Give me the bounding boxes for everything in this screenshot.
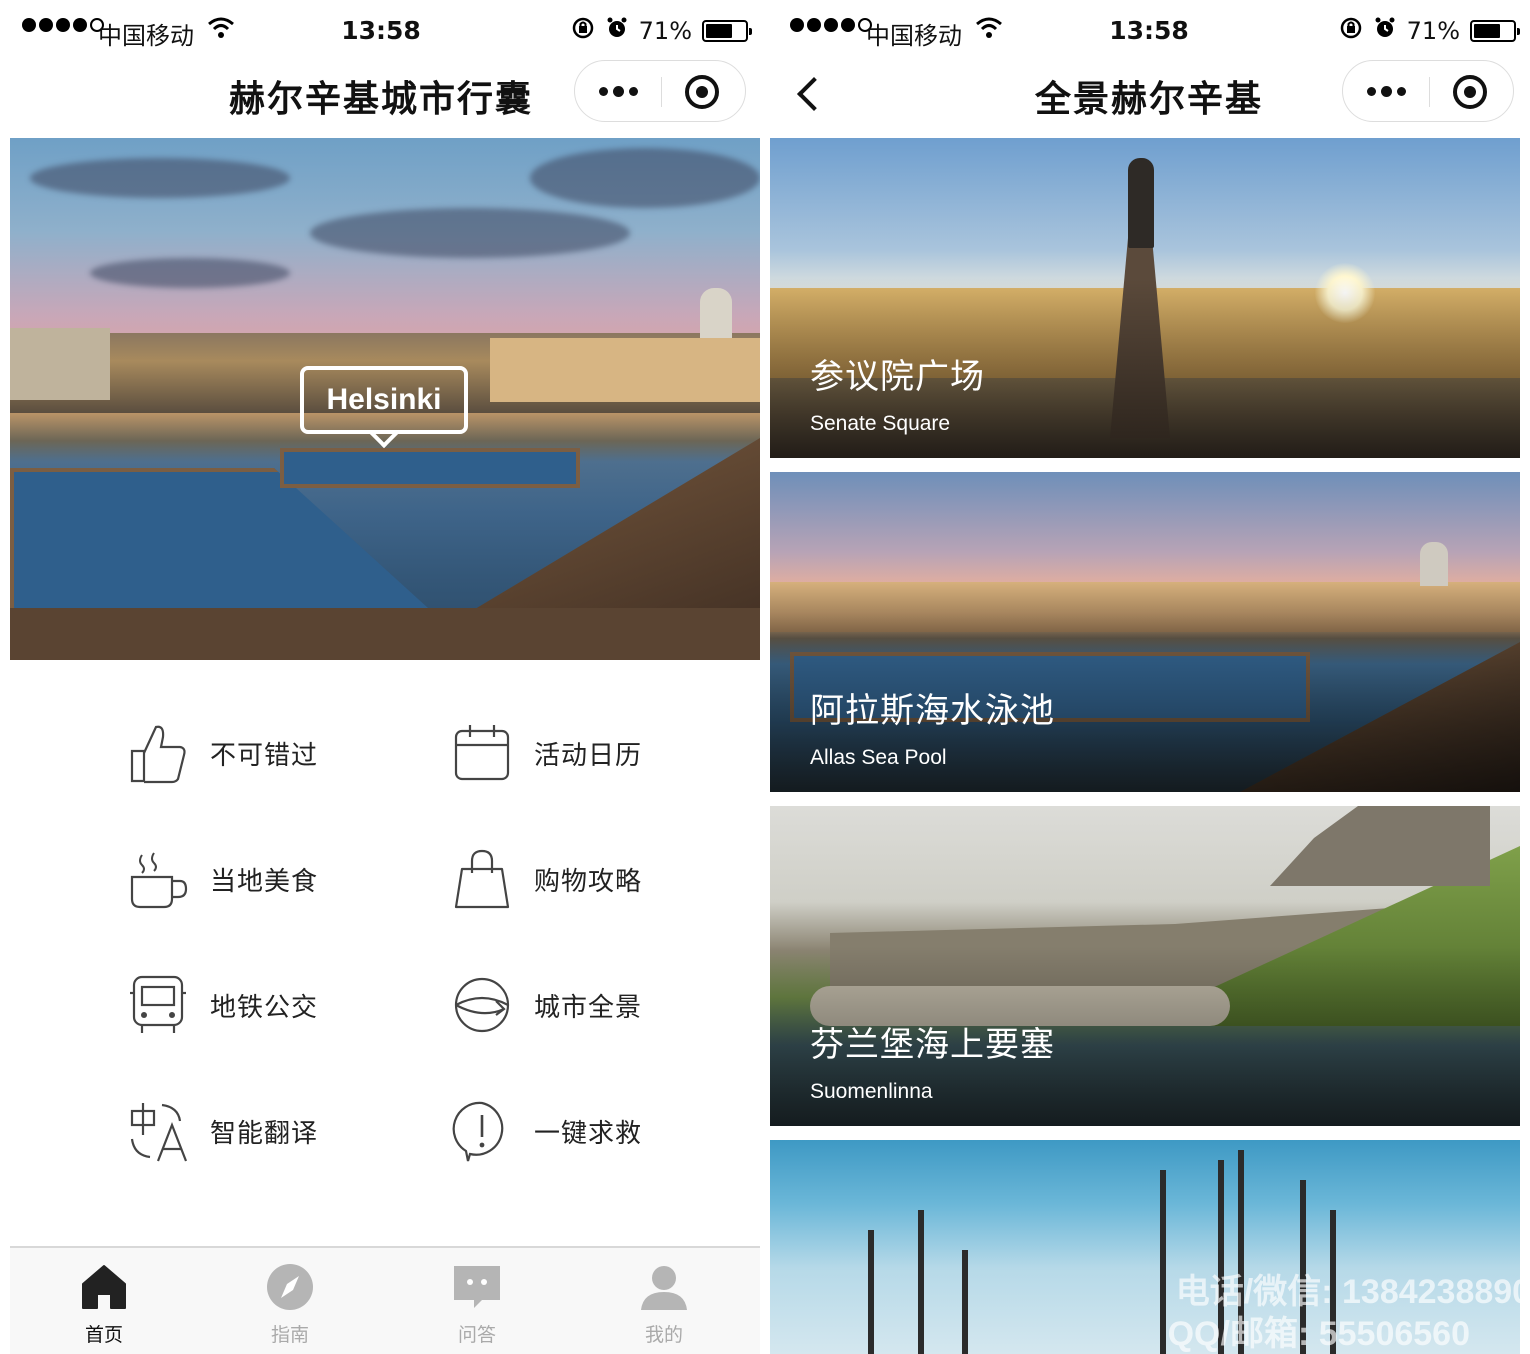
- translate-icon: [128, 1099, 188, 1163]
- mini-program-capsule: [574, 60, 746, 122]
- battery-percent: 71%: [638, 17, 692, 45]
- menu-label: 智能翻译: [210, 1118, 319, 1149]
- panorama-screen: 中国移动 13:58 71% 全景赫尔辛基 参议院广场 Senate Squar…: [768, 0, 1530, 1354]
- thumbs-up-icon: [128, 721, 188, 785]
- menu-label: 一键求救: [534, 1118, 643, 1149]
- card-subtitle: Senate Square: [810, 412, 951, 435]
- navigation-bar: 赫尔辛基城市行囊: [0, 60, 762, 130]
- bottom-tab-bar: 首页 指南 问答 我的: [10, 1246, 760, 1354]
- menu-item-shopping-guide[interactable]: 购物攻略: [452, 834, 752, 924]
- battery-fill: [1474, 24, 1500, 38]
- tab-label: 首页: [84, 1324, 123, 1346]
- status-bar: 中国移动 13:58 71%: [0, 0, 762, 60]
- panorama-card[interactable]: 电话/微信: 13842388900 QQ/邮箱: 55506560: [770, 1140, 1520, 1354]
- tab-label: 问答: [457, 1324, 496, 1346]
- panorama-card[interactable]: 参议院广场 Senate Square: [770, 138, 1520, 458]
- tab-qa[interactable]: 问答: [417, 1258, 537, 1347]
- panorama-icon: [452, 973, 512, 1037]
- coffee-cup-icon: [128, 847, 188, 911]
- contact-watermark-line2: QQ/邮箱: 55506560: [1167, 1315, 1470, 1353]
- capsule-divider: [1429, 77, 1430, 107]
- battery-icon: [702, 20, 752, 42]
- shopping-bag-icon: [452, 847, 512, 911]
- card-title: 阿拉斯海水泳池: [810, 691, 1055, 731]
- menu-label: 购物攻略: [534, 866, 643, 897]
- menu-item-event-calendar[interactable]: 活动日历: [452, 708, 752, 798]
- hero-banner-image[interactable]: Helsinki: [10, 138, 760, 660]
- hero-city-tag: Helsinki: [300, 366, 468, 434]
- orientation-lock-icon: [571, 16, 595, 46]
- menu-label: 地铁公交: [210, 992, 319, 1023]
- alarm-icon: [1373, 16, 1397, 46]
- alarm-icon: [605, 16, 629, 46]
- tab-label: 我的: [644, 1324, 683, 1346]
- panorama-card[interactable]: 阿拉斯海水泳池 Allas Sea Pool: [770, 472, 1520, 792]
- battery-percent: 71%: [1406, 17, 1460, 45]
- more-options-button[interactable]: [575, 61, 661, 121]
- more-options-button[interactable]: [1343, 61, 1429, 121]
- navigation-bar: 全景赫尔辛基: [768, 60, 1530, 130]
- user-icon: [639, 1262, 689, 1312]
- panorama-card[interactable]: 芬兰堡海上要塞 Suomenlinna: [770, 806, 1520, 1126]
- tab-guide[interactable]: 指南: [230, 1258, 350, 1347]
- tab-mine[interactable]: 我的: [604, 1258, 724, 1347]
- card-title: 参议院广场: [810, 357, 985, 397]
- close-mini-program-button[interactable]: [1453, 75, 1487, 109]
- menu-item-metro-bus[interactable]: 地铁公交: [128, 960, 428, 1050]
- battery-icon: [1470, 20, 1520, 42]
- close-mini-program-button[interactable]: [685, 75, 719, 109]
- menu-label: 城市全景: [534, 992, 643, 1023]
- menu-label: 当地美食: [210, 866, 319, 897]
- menu-label: 活动日历: [534, 740, 643, 771]
- menu-item-must-see[interactable]: 不可错过: [128, 708, 428, 798]
- menu-item-city-panorama[interactable]: 城市全景: [452, 960, 752, 1050]
- menu-label: 不可错过: [210, 740, 319, 771]
- status-bar: 中国移动 13:58 71%: [768, 0, 1530, 60]
- compass-icon: [265, 1262, 315, 1312]
- alert-icon: [452, 1099, 512, 1163]
- menu-item-local-food[interactable]: 当地美食: [128, 834, 428, 924]
- capsule-divider: [661, 77, 662, 107]
- chat-icon: [452, 1262, 502, 1312]
- card-subtitle: Suomenlinna: [810, 1080, 933, 1103]
- battery-fill: [706, 24, 732, 38]
- tab-home[interactable]: 首页: [44, 1258, 164, 1347]
- card-subtitle: Allas Sea Pool: [810, 746, 947, 769]
- home-screen: 中国移动 13:58 71% 赫尔辛基城市行囊 Helsinki 不可错过 活动…: [0, 0, 762, 1354]
- tab-label: 指南: [270, 1324, 309, 1346]
- calendar-icon: [452, 721, 512, 785]
- mini-program-capsule: [1342, 60, 1514, 122]
- orientation-lock-icon: [1339, 16, 1363, 46]
- menu-item-sos[interactable]: 一键求救: [452, 1086, 752, 1176]
- bus-icon: [128, 973, 188, 1037]
- menu-item-smart-translate[interactable]: 智能翻译: [128, 1086, 428, 1176]
- home-icon: [79, 1262, 129, 1312]
- card-title: 芬兰堡海上要塞: [810, 1025, 1055, 1065]
